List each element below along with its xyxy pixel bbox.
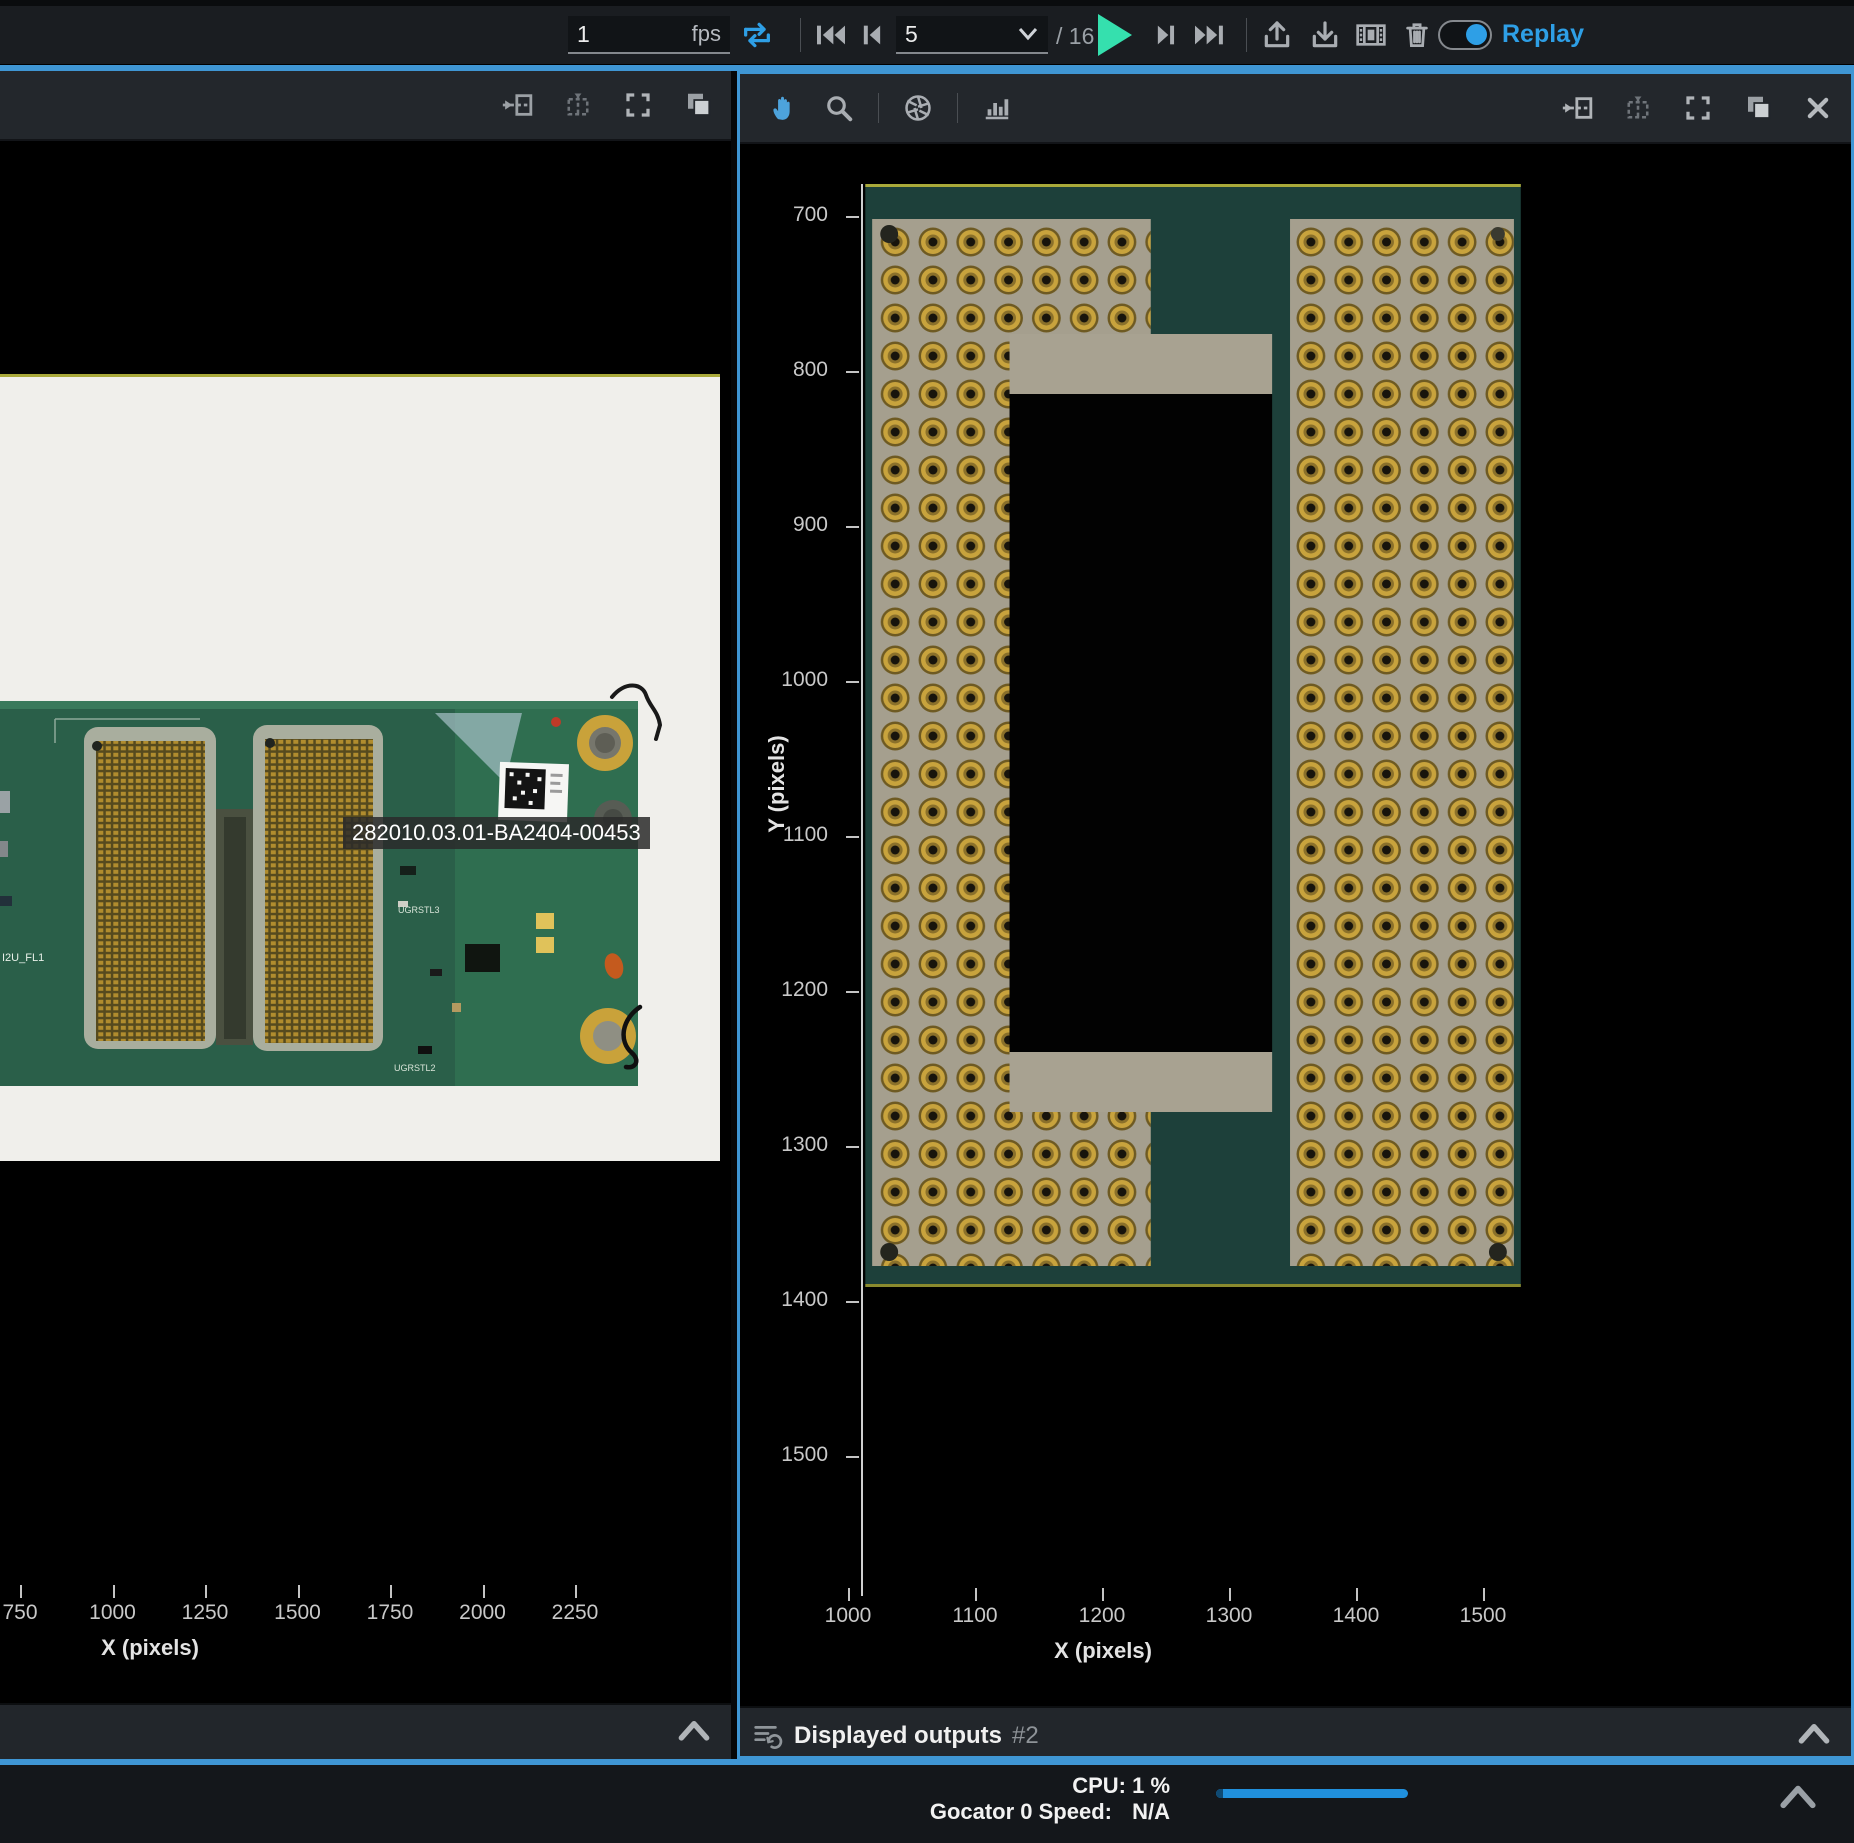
left-panel-toolbar	[0, 71, 731, 141]
replay-toggle-knob	[1466, 24, 1487, 45]
chevron-down-icon	[1017, 26, 1039, 42]
frame-total-label: / 16	[1056, 23, 1094, 50]
loop-icon[interactable]	[740, 18, 774, 52]
status-bar: CPU: 1 % Gocator 0 Speed: N/A	[0, 1765, 1854, 1843]
aperture-icon[interactable]	[901, 91, 935, 125]
skip-start-icon[interactable]	[814, 18, 848, 52]
fullscreen-icon[interactable]	[621, 88, 655, 122]
gocator-speed-label: Gocator 0 Speed:	[930, 1799, 1112, 1824]
frame-select[interactable]: 5	[896, 16, 1048, 54]
collapse-icon[interactable]	[675, 1717, 713, 1743]
left-panel-footer	[0, 1703, 731, 1759]
center-view-icon[interactable]	[1621, 91, 1655, 125]
workspace: I2U_FL1 UGRSTL3 UGRSTL2 282010.03.01-BA2…	[0, 71, 1854, 1759]
right-image-panel: 700800900100011001200130014001500 100011…	[737, 71, 1854, 1759]
close-icon[interactable]	[1801, 91, 1835, 125]
toolbar-separator	[1246, 18, 1247, 52]
cpu-usage-label: CPU: 1 %	[930, 1773, 1170, 1799]
collapse-icon[interactable]	[1795, 1720, 1833, 1746]
right-plot-image	[740, 144, 1851, 1706]
right-y-axis-title: Y (pixels)	[764, 735, 790, 832]
board-silkscreen: I2U_FL1	[2, 952, 44, 964]
replay-toggle[interactable]	[1438, 20, 1492, 50]
outputs-icon	[752, 1721, 784, 1751]
fps-unit-label: fps	[692, 21, 721, 47]
play-icon[interactable]	[1094, 12, 1136, 58]
image-annotation-label: 282010.03.01-BA2404-00453	[343, 817, 650, 849]
left-plot-image: I2U_FL1 UGRSTL3 UGRSTL2	[0, 141, 731, 1703]
film-icon[interactable]	[1354, 18, 1388, 52]
right-panel-toolbar	[740, 74, 1851, 144]
trash-icon[interactable]	[1400, 18, 1434, 52]
toolbar-separator	[800, 18, 801, 52]
fps-value: 1	[577, 21, 590, 48]
displayed-outputs-count: #2	[1012, 1722, 1039, 1750]
cpu-usage-bar	[1216, 1789, 1408, 1798]
replay-mode-label: Replay	[1502, 20, 1584, 49]
upload-icon[interactable]	[1260, 18, 1294, 52]
displayed-outputs-label: Displayed outputs	[794, 1722, 1002, 1750]
histogram-icon[interactable]	[980, 91, 1014, 125]
right-plot-area[interactable]: 700800900100011001200130014001500 100011…	[740, 144, 1851, 1706]
step-forward-icon[interactable]	[1152, 18, 1180, 52]
download-icon[interactable]	[1308, 18, 1342, 52]
fit-view-icon[interactable]	[501, 88, 535, 122]
frame-value: 5	[905, 21, 918, 48]
step-back-icon[interactable]	[858, 18, 886, 52]
fit-view-icon[interactable]	[1561, 91, 1595, 125]
playback-toolbar: 1 fps 5 / 16	[0, 6, 1854, 65]
left-plot-area[interactable]: I2U_FL1 UGRSTL3 UGRSTL2 282010.03.01-BA2…	[0, 141, 731, 1703]
y-axis-line	[861, 184, 863, 1596]
left-x-axis-title: X (pixels)	[101, 1635, 199, 1661]
cpu-usage-fill	[1216, 1789, 1223, 1798]
gocator-speed-value: N/A	[1132, 1799, 1170, 1824]
right-x-axis-title: X (pixels)	[1054, 1638, 1152, 1664]
cascade-icon[interactable]	[681, 88, 715, 122]
skip-end-icon[interactable]	[1192, 18, 1226, 52]
fps-input[interactable]: 1 fps	[568, 16, 730, 54]
center-view-icon[interactable]	[561, 88, 595, 122]
fullscreen-icon[interactable]	[1681, 91, 1715, 125]
gocator-replay-app: { "top_toolbar": { "fps_value": "1", "fp…	[0, 0, 1854, 1842]
status-expand-icon[interactable]	[1776, 1781, 1820, 1811]
cascade-icon[interactable]	[1741, 91, 1775, 125]
board-silkscreen: UGRSTL3	[398, 905, 440, 915]
zoom-icon[interactable]	[822, 91, 856, 125]
left-image-panel: I2U_FL1 UGRSTL3 UGRSTL2 282010.03.01-BA2…	[0, 71, 731, 1759]
gocator-speed-row: Gocator 0 Speed: N/A	[930, 1799, 1170, 1825]
pan-hand-icon[interactable]	[766, 91, 800, 125]
board-silkscreen: UGRSTL2	[394, 1063, 436, 1073]
displayed-outputs-bar[interactable]: Displayed outputs #2	[740, 1706, 1851, 1759]
